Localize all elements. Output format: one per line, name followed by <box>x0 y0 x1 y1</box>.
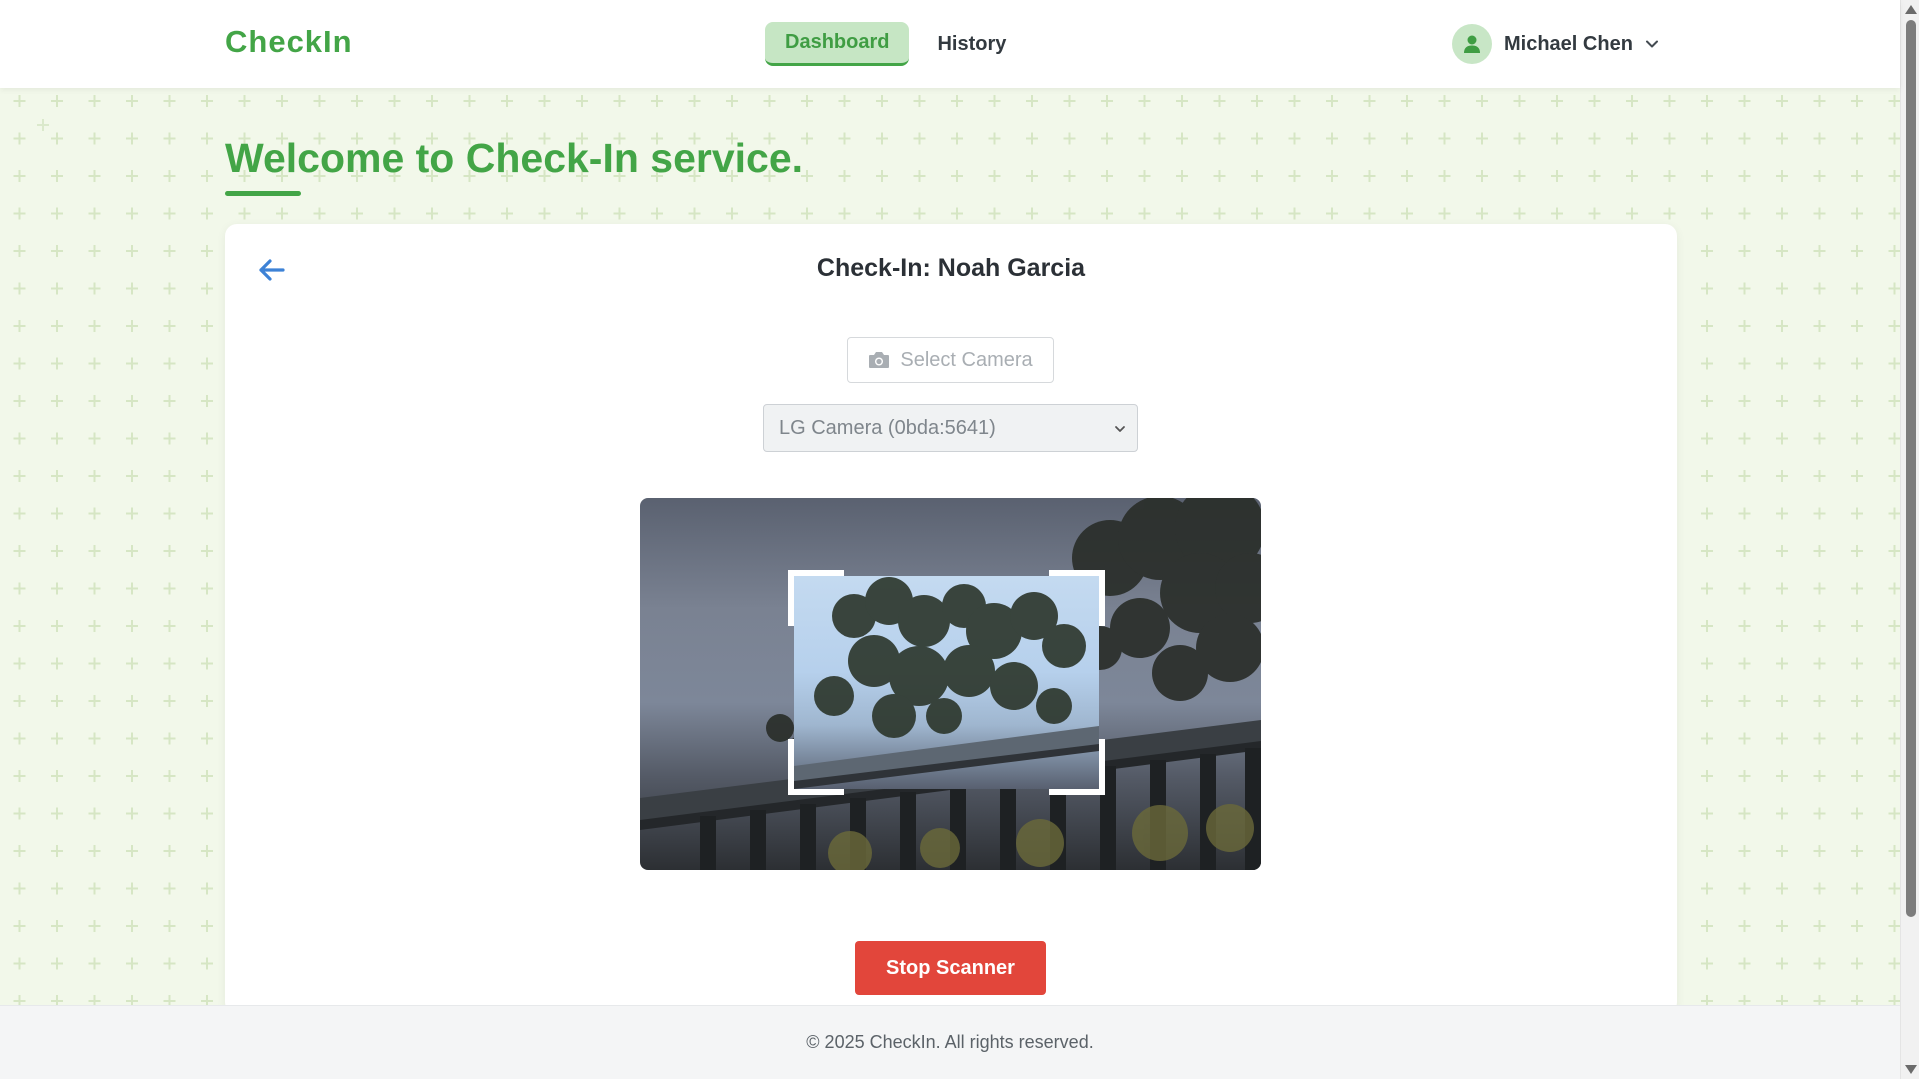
select-camera-button[interactable]: Select Camera <box>847 337 1054 383</box>
camera-select[interactable]: LG Camera (0bda:5641) <box>763 404 1138 452</box>
main-nav: Dashboard History <box>765 22 1026 66</box>
chevron-down-icon <box>1645 40 1658 48</box>
footer-copyright: © 2025 CheckIn. All rights reserved. <box>806 1032 1094 1052</box>
footer: © 2025 CheckIn. All rights reserved. <box>0 1005 1900 1079</box>
scan-corner-bottom-left <box>788 739 844 795</box>
camera-select-value: LG Camera (0bda:5641) <box>779 416 996 439</box>
title-underline <box>225 191 301 196</box>
scan-corner-top-left <box>788 570 844 626</box>
scroll-up-arrow[interactable] <box>1905 5 1917 14</box>
scan-corner-bottom-right <box>1049 739 1105 795</box>
nav-history[interactable]: History <box>917 22 1026 66</box>
vertical-scrollbar[interactable] <box>1900 0 1919 1079</box>
user-name: Michael Chen <box>1504 32 1633 55</box>
scan-region <box>788 570 1105 795</box>
select-camera-label: Select Camera <box>900 348 1033 371</box>
scroll-thumb[interactable] <box>1906 20 1916 917</box>
camera-feed <box>640 498 1261 870</box>
stop-scanner-button[interactable]: Stop Scanner <box>855 941 1046 995</box>
page-title: Welcome to Check-In service. <box>225 135 804 181</box>
camera-icon <box>869 352 890 368</box>
app-logo[interactable]: CheckIn <box>225 24 353 60</box>
checkin-card: Check-In: Noah Garcia Select Camera LG C… <box>225 224 1677 1014</box>
user-menu[interactable]: Michael Chen <box>1452 24 1659 64</box>
scan-corner-top-right <box>1049 570 1105 626</box>
scroll-down-arrow[interactable] <box>1905 1065 1917 1074</box>
card-title: Check-In: Noah Garcia <box>816 254 1086 282</box>
avatar <box>1452 24 1492 64</box>
chevron-down-icon <box>1115 426 1125 432</box>
top-header: CheckIn Dashboard History Michael Chen <box>0 0 1900 88</box>
user-icon <box>1464 35 1480 53</box>
nav-dashboard[interactable]: Dashboard <box>765 22 910 66</box>
